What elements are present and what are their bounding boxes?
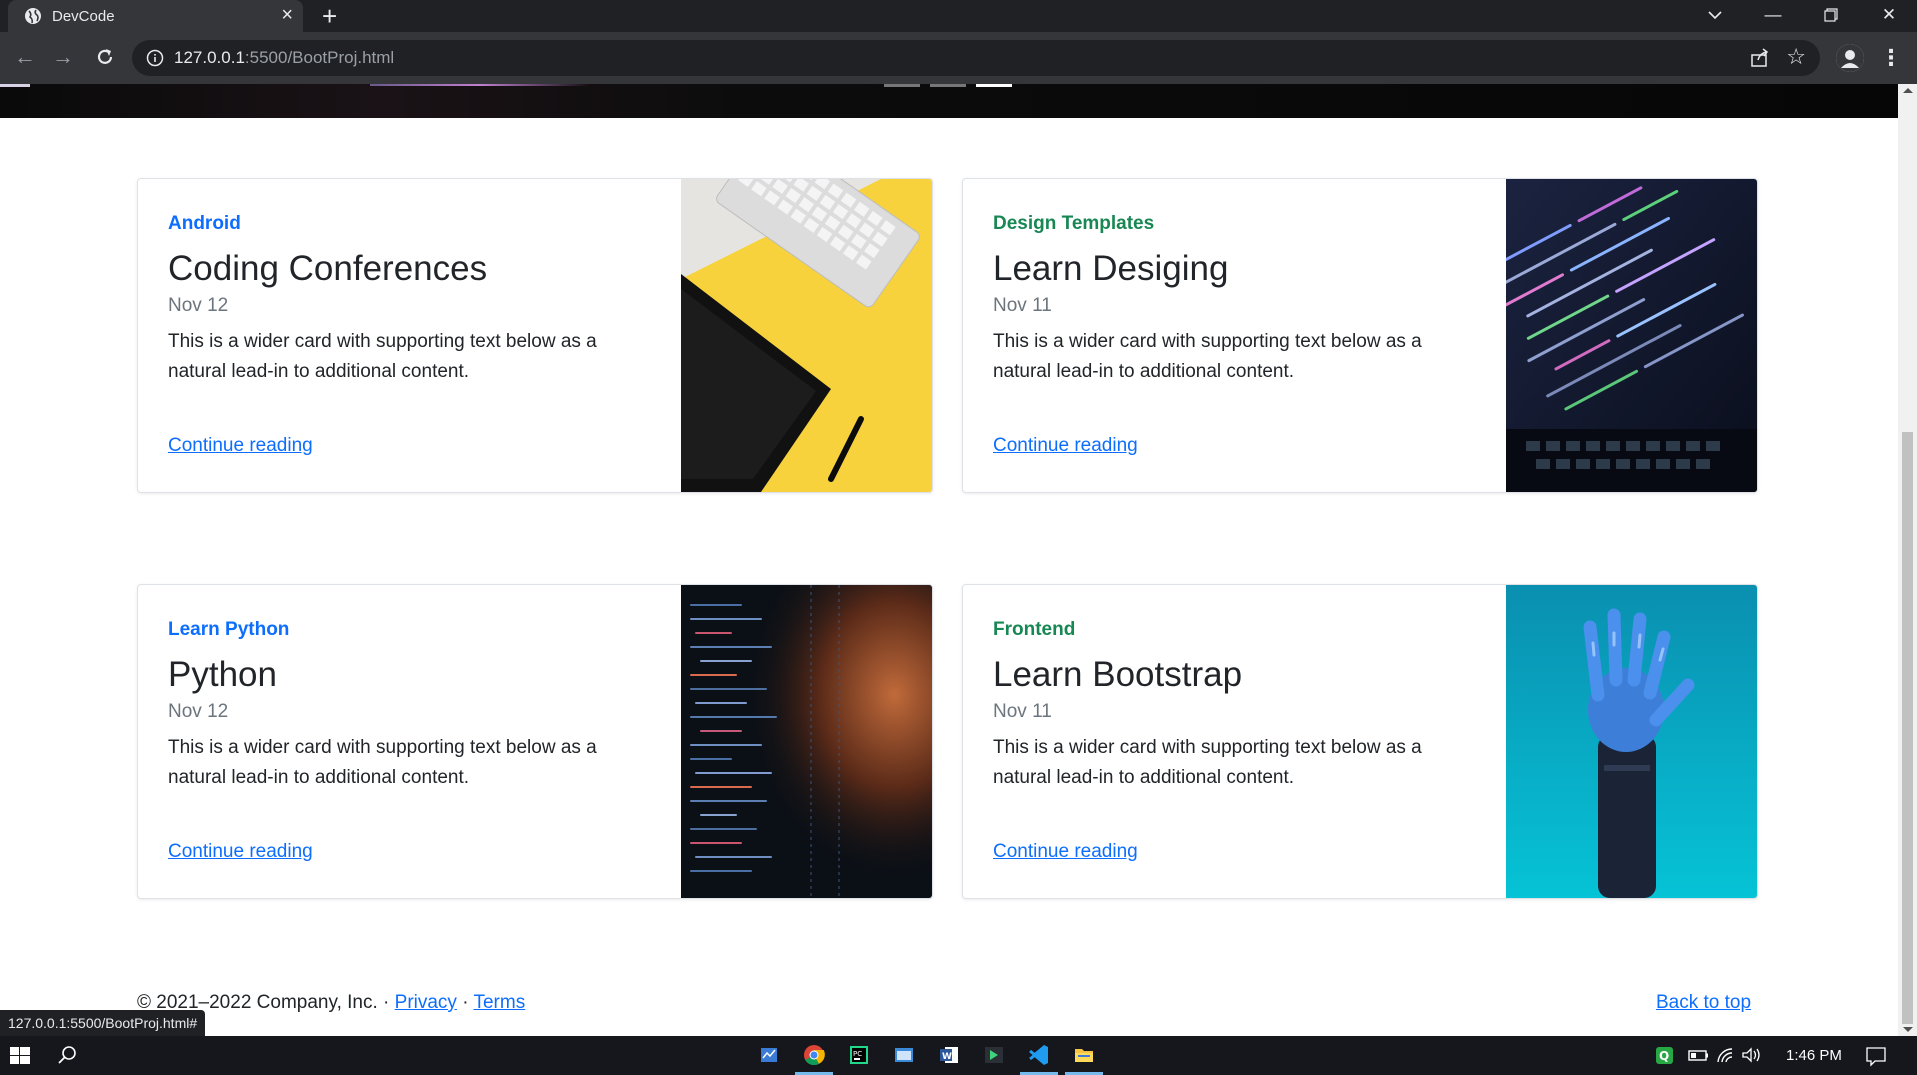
carousel-indicator[interactable] [930, 84, 966, 87]
page-scrollbar[interactable] [1898, 84, 1917, 1036]
svg-text:Q: Q [1659, 1049, 1669, 1063]
card-thumbnail [681, 179, 932, 492]
notification-center-icon[interactable] [1855, 1040, 1897, 1071]
site-info-icon[interactable] [146, 49, 164, 67]
close-window-button[interactable]: ✕ [1866, 0, 1912, 32]
minimize-button[interactable]: — [1750, 0, 1796, 32]
featured-card: Frontend Learn Bootstrap Nov 11 This is … [962, 584, 1758, 899]
card-text: This is a wider card with supporting tex… [993, 737, 1422, 788]
url-path: :5500/BootProj.html [244, 48, 395, 67]
scroll-down-arrow-icon[interactable] [1903, 1027, 1913, 1032]
card-date: Nov 11 [993, 295, 1052, 316]
url-text: 127.0.0.1:5500/BootProj.html [174, 48, 394, 68]
windows-taskbar: PC W Q 1:46 PM [0, 1036, 1917, 1075]
pycharm-icon[interactable]: PC [838, 1040, 880, 1071]
continue-reading-link[interactable]: Continue reading [993, 435, 1138, 457]
new-tab-button[interactable]: + [322, 2, 337, 30]
back-arrow-icon[interactable]: ← [10, 42, 40, 72]
card-text: This is a wider card with supporting tex… [168, 737, 597, 788]
windows-start-icon[interactable] [0, 1040, 42, 1071]
bookmark-star-icon[interactable]: ☆ [1786, 44, 1806, 70]
card-title: Python [168, 655, 277, 694]
card-date: Nov 11 [993, 701, 1052, 722]
card-category: Learn Python [168, 619, 290, 640]
file-explorer-icon[interactable] [1063, 1040, 1105, 1075]
browser-menu-icon[interactable]: ⋮ [1880, 44, 1902, 72]
card-title: Coding Conferences [168, 249, 488, 288]
address-bar[interactable]: 127.0.0.1:5500/BootProj.html ☆ [132, 40, 1820, 76]
terminal-icon[interactable] [883, 1040, 925, 1071]
continue-reading-link[interactable]: Continue reading [168, 435, 313, 457]
continue-reading-link[interactable]: Continue reading [993, 841, 1138, 863]
task-manager-icon[interactable] [748, 1040, 790, 1071]
scrollbar-thumb[interactable] [1902, 432, 1913, 1024]
card-category: Android [168, 213, 241, 234]
browser-toolbar: ← → 127.0.0.1:5500/BootProj.html ☆ ⋮ [0, 32, 1917, 84]
tab-close-icon[interactable]: × [281, 5, 293, 25]
carousel-indicator[interactable] [884, 84, 920, 87]
card-date: Nov 12 [168, 295, 229, 316]
svg-text:PC: PC [853, 1050, 862, 1058]
reload-icon[interactable] [90, 42, 120, 72]
card-thumbnail [1506, 585, 1757, 898]
card-text: This is a wider card with supporting tex… [168, 331, 597, 382]
browser-tab[interactable]: DevCode × [8, 0, 303, 32]
link-status-bubble: 127.0.0.1:5500/BootProj.html# [0, 1010, 206, 1036]
svg-text:W: W [942, 1052, 952, 1062]
back-to-top-link[interactable]: Back to top [1656, 992, 1751, 1014]
scroll-up-arrow-icon[interactable] [1903, 88, 1913, 93]
card-category: Design Templates [993, 213, 1155, 234]
word-icon[interactable]: W [928, 1040, 970, 1071]
terms-link[interactable]: Terms [473, 992, 525, 1013]
carousel-image-edge [0, 84, 30, 87]
carousel-bottom-edge [0, 84, 1898, 118]
featured-card: Learn Python Python Nov 12 This is a wid… [137, 584, 933, 899]
card-text: This is a wider card with supporting tex… [993, 331, 1422, 382]
tab-title: DevCode [52, 8, 115, 25]
card-thumbnail [681, 585, 932, 898]
tab-search-chevron-icon[interactable] [1692, 0, 1738, 32]
carousel-indicator-active[interactable] [976, 84, 1012, 87]
page-viewport: Android Coding Conferences Nov 12 This i… [0, 84, 1898, 1036]
featured-card: Design Templates Learn Desiging Nov 11 T… [962, 178, 1758, 493]
card-date: Nov 12 [168, 701, 229, 722]
privacy-link[interactable]: Privacy [395, 992, 457, 1013]
share-icon[interactable] [1750, 48, 1770, 68]
footer-separator: · [456, 992, 474, 1013]
globe-icon [25, 8, 41, 24]
powerautomate-icon[interactable] [973, 1040, 1015, 1071]
continue-reading-link[interactable]: Continue reading [168, 841, 313, 863]
search-icon[interactable] [46, 1040, 88, 1071]
profile-avatar-icon[interactable] [1836, 44, 1864, 72]
vscode-icon[interactable] [1018, 1040, 1060, 1075]
url-host: 127.0.0.1 [174, 48, 245, 67]
card-title: Learn Desiging [993, 249, 1229, 288]
card-title: Learn Bootstrap [993, 655, 1243, 694]
volume-icon[interactable] [1732, 1040, 1774, 1071]
card-category: Frontend [993, 619, 1076, 640]
restore-button[interactable] [1808, 0, 1854, 32]
taskbar-clock[interactable]: 1:46 PM [1786, 1047, 1842, 1064]
chrome-icon[interactable] [793, 1040, 835, 1075]
forward-arrow-icon[interactable]: → [48, 42, 78, 72]
featured-card: Android Coding Conferences Nov 12 This i… [137, 178, 933, 493]
card-thumbnail [1506, 179, 1757, 492]
browser-tab-bar: DevCode × + — ✕ [0, 0, 1917, 32]
carousel-image-edge [370, 84, 590, 86]
